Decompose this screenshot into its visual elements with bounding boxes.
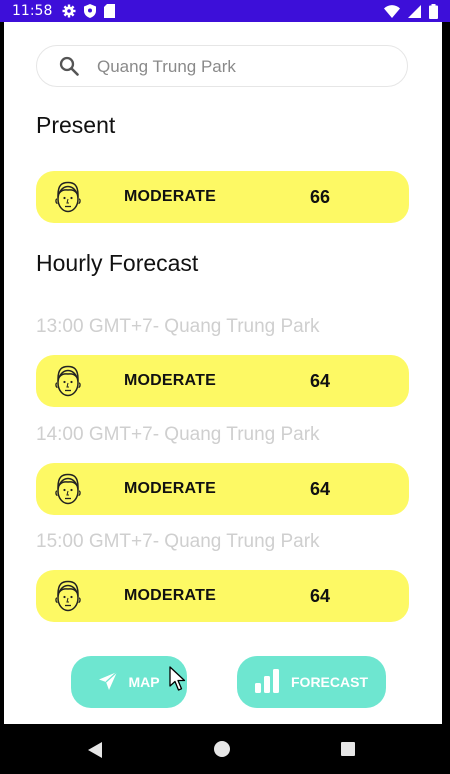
navigation-icon (98, 671, 118, 694)
forecast-time-label: 13:00 GMT+7- Quang Trung Park (36, 316, 320, 337)
forecast-button[interactable]: FORECAST (237, 656, 386, 708)
forecast-time-label: 14:00 GMT+7- Quang Trung Park (36, 424, 320, 445)
settings-icon (62, 4, 76, 23)
aqi-level: MODERATE (124, 372, 216, 389)
battery-icon (429, 4, 438, 24)
signal-icon (408, 5, 421, 23)
search-input[interactable] (95, 46, 389, 88)
recents-icon[interactable] (341, 742, 355, 756)
aqi-value: 64 (310, 371, 331, 391)
forecast-aqi-card: MODERATE 64 (36, 463, 409, 515)
face-icon (54, 365, 82, 403)
map-button-label: MAP (128, 674, 160, 690)
hourly-forecast-title: Hourly Forecast (36, 250, 199, 276)
aqi-value: 64 (310, 586, 331, 606)
shield-icon (84, 4, 96, 23)
forecast-aqi-card: MODERATE 64 (36, 570, 409, 622)
system-nav-bar (0, 724, 450, 774)
face-icon (54, 181, 82, 219)
search-icon (59, 56, 79, 81)
aqi-value: 64 (310, 479, 331, 499)
app-screen: Present MODERATE 66 Hourly Forecast 13:0… (4, 22, 442, 724)
mouse-cursor-icon (169, 666, 187, 697)
home-icon[interactable] (214, 741, 230, 757)
aqi-level: MODERATE (124, 587, 216, 604)
sd-card-icon (104, 4, 115, 23)
forecast-time-label: 15:00 GMT+7- Quang Trung Park (36, 531, 320, 552)
forecast-button-label: FORECAST (291, 674, 368, 690)
aqi-level: MODERATE (124, 188, 216, 205)
face-icon (54, 473, 82, 511)
forecast-aqi-card: MODERATE 64 (36, 355, 409, 407)
status-bar: 11:58 (0, 0, 450, 22)
present-title: Present (36, 112, 116, 138)
status-time: 11:58 (12, 3, 53, 19)
aqi-value: 66 (310, 187, 331, 207)
bar-chart-icon (255, 668, 281, 696)
face-icon (54, 580, 82, 618)
back-icon[interactable] (88, 742, 102, 763)
wifi-icon (384, 5, 400, 23)
search-bar[interactable] (36, 45, 408, 88)
present-aqi-card: MODERATE 66 (36, 171, 409, 223)
aqi-level: MODERATE (124, 480, 216, 497)
